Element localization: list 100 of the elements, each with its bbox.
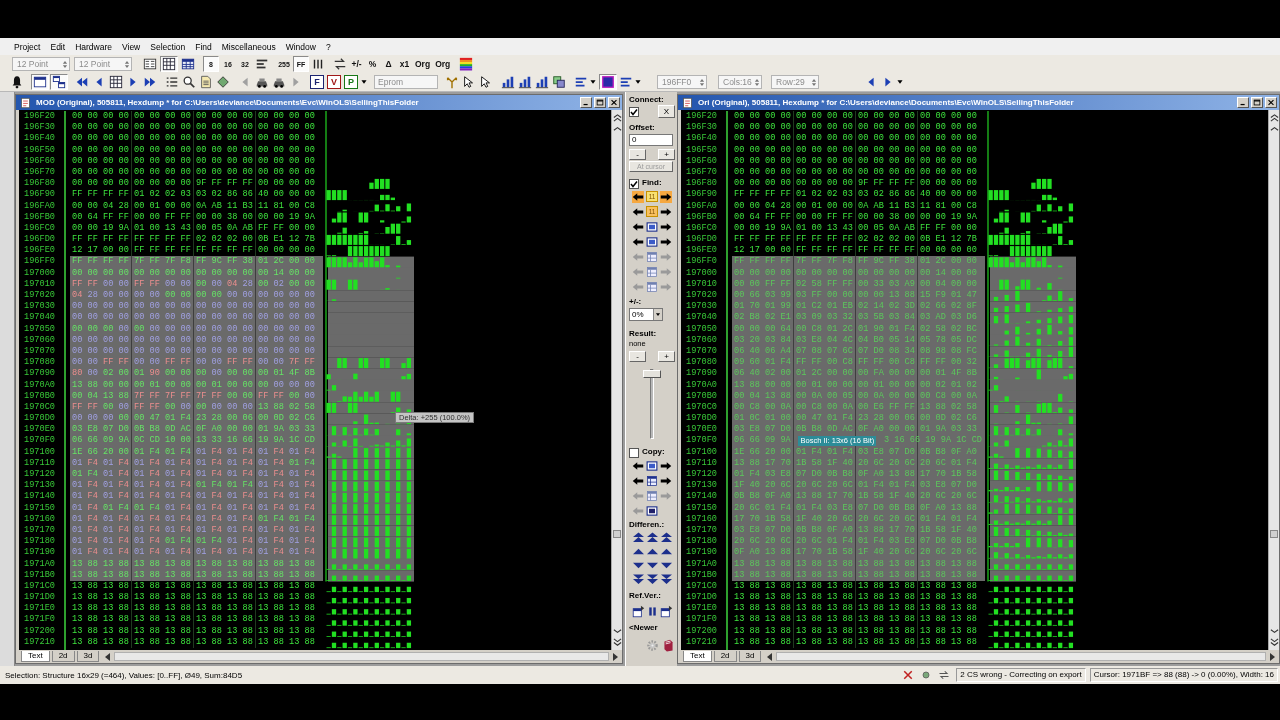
double-triangle-up-icon[interactable] <box>645 531 659 543</box>
menu-item[interactable]: View <box>117 40 146 53</box>
bars-icon[interactable] <box>619 75 633 89</box>
maximize-button[interactable] <box>1251 97 1263 108</box>
calc-button[interactable]: % <box>365 56 380 72</box>
double-chevron-up-icon[interactable] <box>612 113 622 122</box>
view-tab[interactable]: 3d <box>76 651 100 662</box>
window-icon[interactable] <box>646 220 658 233</box>
document-icon[interactable] <box>199 75 213 89</box>
window-icon[interactable] <box>646 235 658 248</box>
horizontal-scrollbar[interactable] <box>776 652 1266 661</box>
fork-icon[interactable] <box>445 75 459 89</box>
plus-button[interactable]: + <box>658 149 675 160</box>
window-icon[interactable] <box>646 459 658 472</box>
calc-button[interactable]: x1 <box>397 56 412 72</box>
mode-button[interactable]: F <box>310 75 324 89</box>
vertical-scrollbar[interactable] <box>611 110 622 650</box>
view-mode-button[interactable] <box>179 56 197 72</box>
chevron-up-icon[interactable] <box>612 124 622 133</box>
view-mode-button[interactable] <box>160 56 178 72</box>
list-icon[interactable] <box>165 75 179 89</box>
search-icon[interactable] <box>182 75 196 89</box>
minus-button[interactable]: - <box>629 351 646 362</box>
minimize-button[interactable] <box>1237 97 1249 108</box>
plus-button[interactable]: + <box>658 351 675 362</box>
window-layout-button[interactable] <box>31 74 49 90</box>
calc-button[interactable]: Org <box>433 56 453 72</box>
chevron-up-icon[interactable] <box>1269 124 1279 133</box>
checkbox[interactable] <box>629 178 639 189</box>
bars-icon[interactable] <box>574 75 588 89</box>
cursor-arrow-icon[interactable] <box>479 75 493 89</box>
double-chevron-down-icon[interactable] <box>1269 638 1279 647</box>
maximize-button[interactable] <box>594 97 606 108</box>
scrollbar-thumb[interactable] <box>1270 530 1278 538</box>
view-tab[interactable]: 3d <box>738 651 762 662</box>
mode-button[interactable]: V <box>327 75 341 89</box>
checkbox[interactable] <box>629 106 639 117</box>
bars-icon[interactable] <box>255 57 269 71</box>
swap-arrows-icon[interactable] <box>938 669 951 681</box>
slider-thumb[interactable] <box>643 370 661 378</box>
scroll-right-icon[interactable] <box>611 651 620 662</box>
circle-icon[interactable] <box>920 669 933 681</box>
bar-chart-icon[interactable] <box>501 75 515 89</box>
close-button[interactable] <box>1265 97 1277 108</box>
window-icon[interactable] <box>646 504 658 517</box>
diamond-icon[interactable] <box>216 75 230 89</box>
newer-link[interactable]: <Newer <box>629 623 658 633</box>
menu-item[interactable]: Miscellaneous <box>216 40 281 53</box>
double-triangle-up-icon[interactable] <box>659 531 673 543</box>
menu-item[interactable]: ? <box>320 40 336 53</box>
overlapping-squares-icon[interactable] <box>552 75 566 89</box>
double-triangle-down-icon[interactable] <box>659 573 673 585</box>
view-tab[interactable]: Text <box>21 651 50 662</box>
minus-button[interactable]: - <box>629 149 646 160</box>
swap-arrows-icon[interactable] <box>333 57 347 71</box>
close-button[interactable]: X <box>658 105 675 118</box>
view-tab[interactable]: 2d <box>713 651 737 662</box>
offset-field[interactable]: 0 <box>629 134 673 146</box>
horizontal-scrollbar[interactable] <box>114 652 609 661</box>
arrow-right-icon[interactable] <box>660 190 672 203</box>
bell-icon[interactable] <box>10 75 24 89</box>
calc-button[interactable]: Δ <box>381 56 396 72</box>
bar-chart-icon[interactable] <box>535 75 549 89</box>
double-triangle-down-icon[interactable] <box>631 573 645 585</box>
menu-item[interactable]: Edit <box>45 40 71 53</box>
color-toggle-button[interactable] <box>599 74 617 90</box>
menu-item[interactable]: Hardware <box>70 40 117 53</box>
color-stripes-icon[interactable] <box>459 57 474 71</box>
arrow-left-icon[interactable] <box>632 190 644 203</box>
minimize-button[interactable] <box>580 97 592 108</box>
chevron-down-icon[interactable] <box>612 627 622 636</box>
menu-item[interactable]: Find <box>190 40 217 53</box>
scrollbar-thumb[interactable] <box>613 530 621 538</box>
view-tab[interactable]: Text <box>683 651 712 662</box>
calc-button[interactable]: +/- <box>349 56 364 72</box>
cursor-arrow-icon[interactable] <box>462 75 476 89</box>
menu-item[interactable]: Selection <box>145 40 191 53</box>
vertical-scrollbar[interactable] <box>1268 110 1279 650</box>
double-triangle-up-icon[interactable] <box>631 531 645 543</box>
cross-icon[interactable] <box>902 669 915 681</box>
double-chevron-down-icon[interactable] <box>612 638 622 647</box>
grid-icon[interactable] <box>109 75 123 89</box>
double-arrow-left-icon[interactable] <box>75 75 89 89</box>
vertical-lines-icon[interactable] <box>311 57 325 71</box>
checkbox[interactable] <box>629 447 639 458</box>
calc-button[interactable]: Org <box>413 56 433 72</box>
view-tab[interactable]: 2d <box>51 651 75 662</box>
window-layout-button[interactable] <box>50 74 68 90</box>
menu-item[interactable]: Window <box>280 40 321 53</box>
menu-item[interactable]: Project <box>9 40 46 53</box>
double-triangle-down-icon[interactable] <box>645 573 659 585</box>
caret-icon[interactable] <box>653 309 662 320</box>
view-mode-button[interactable] <box>141 56 159 72</box>
double-chevron-up-icon[interactable] <box>1269 113 1279 122</box>
mode-button[interactable]: P <box>344 75 358 89</box>
close-button[interactable] <box>608 97 620 108</box>
chevron-down-icon[interactable] <box>1269 627 1279 636</box>
book-icon[interactable] <box>662 639 675 652</box>
bar-chart-icon[interactable] <box>518 75 532 89</box>
table-icon[interactable] <box>646 474 658 487</box>
